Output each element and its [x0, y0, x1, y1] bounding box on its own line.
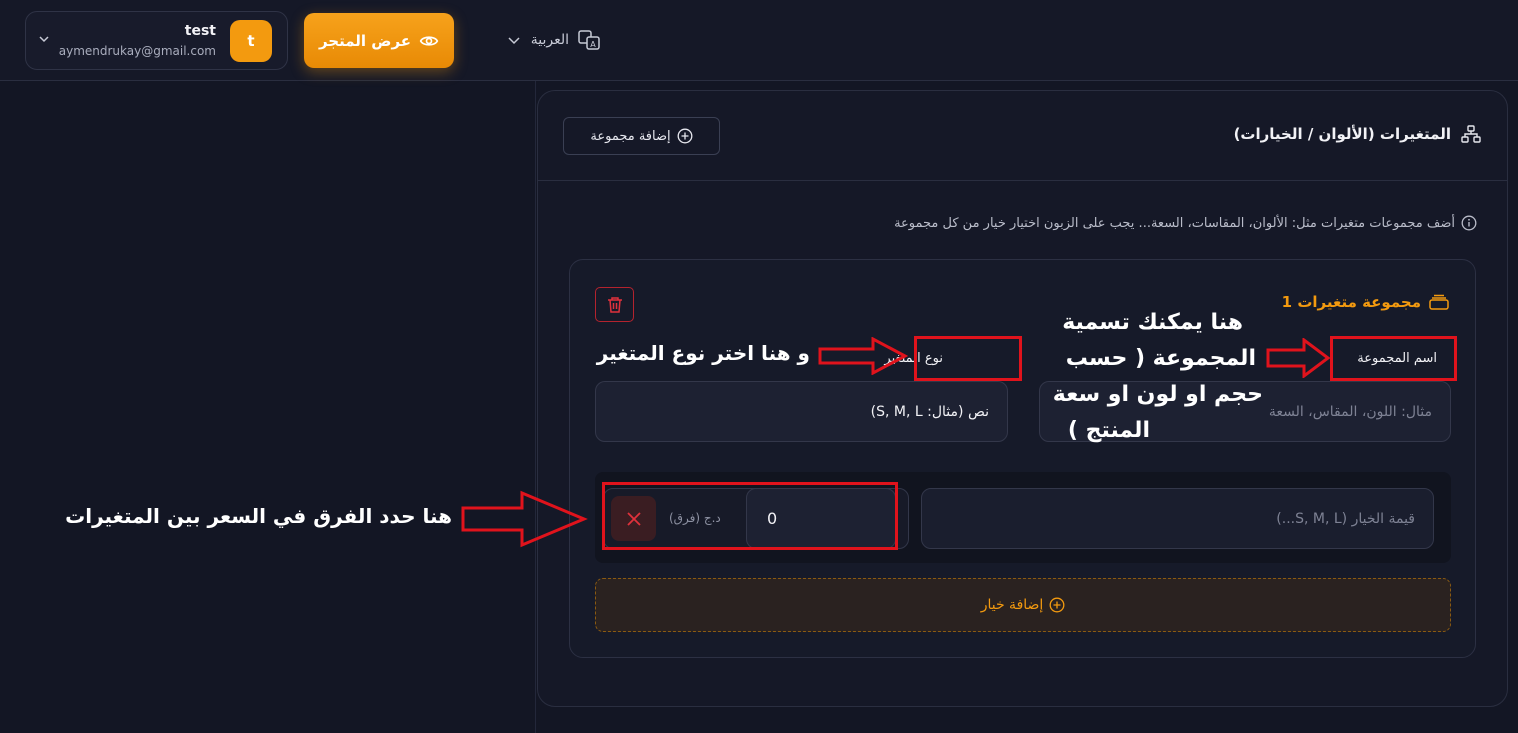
user-email: aymendrukay@gmail.com [58, 44, 216, 58]
info-icon [1461, 215, 1477, 231]
annotation-name-line3: حجم او لون او سعة [1052, 382, 1263, 407]
group-title-text: مجموعة متغيرات 1 [1281, 293, 1421, 311]
variant-type-select[interactable]: نص (مثال: S, M, L) [595, 381, 1008, 442]
top-bar: test aymendrukay@gmail.com t عرض المتجر … [0, 0, 1518, 81]
panel-title-text: المتغيرات (الألوان / الخيارات) [1233, 125, 1451, 143]
language-selector[interactable]: A العربية [490, 28, 600, 52]
user-menu[interactable]: test aymendrukay@gmail.com t [25, 11, 288, 70]
view-store-label: عرض المتجر [318, 31, 412, 50]
annotation-name-line1: هنا يمكنك تسمية [1062, 310, 1243, 335]
arrow-variant-type [818, 337, 908, 375]
panel-header: المتغيرات (الألوان / الخيارات) إضافة مجم… [538, 91, 1507, 181]
plus-circle-icon [1049, 597, 1065, 613]
add-option-button[interactable]: إضافة خيار [595, 578, 1451, 632]
user-name: test [184, 23, 216, 39]
add-group-button[interactable]: إضافة مجموعة [563, 117, 720, 155]
hint-text: أضف مجموعات متغيرات مثل: الألوان، المقاس… [894, 215, 1455, 231]
panel-title: المتغيرات (الألوان / الخيارات) [1234, 125, 1481, 143]
variants-hint: أضف مجموعات متغيرات مثل: الألوان، المقاس… [894, 215, 1477, 231]
hierarchy-icon [1461, 125, 1481, 143]
option-value-input[interactable]: قيمة الخيار (S, M, L...) [921, 488, 1434, 549]
chevron-down-icon [508, 37, 520, 45]
svg-text:A: A [590, 40, 596, 49]
layers-icon [1429, 294, 1449, 310]
eye-icon [419, 35, 439, 46]
language-label: العربية [530, 32, 569, 48]
add-option-label: إضافة خيار [980, 597, 1044, 613]
view-store-button[interactable]: عرض المتجر [304, 13, 454, 68]
arrow-group-name [1266, 338, 1330, 378]
highlight-price-diff [602, 482, 898, 550]
annotation-name-line4: المنتج ) [1067, 418, 1150, 443]
variants-panel: المتغيرات (الألوان / الخيارات) إضافة مجم… [537, 90, 1508, 707]
highlight-variant-type [914, 336, 1022, 381]
arrow-price-diff [461, 490, 588, 548]
avatar: t [230, 20, 272, 62]
annotation-price-diff: هنا حدد الفرق في السعر بين المتغيرات [65, 504, 452, 528]
group-title: مجموعة متغيرات 1 [1282, 293, 1449, 311]
delete-group-button[interactable] [595, 287, 634, 322]
content-divider [535, 81, 536, 733]
add-group-label: إضافة مجموعة [590, 128, 671, 144]
annotation-variant-type: و هنا اختر نوع المتغير [596, 341, 810, 365]
highlight-group-name [1330, 336, 1457, 381]
annotation-name-line2: المجموعة ( حسب [1065, 346, 1256, 371]
variant-group-card: مجموعة متغيرات 1 اسم المجموعة مثال: اللو… [569, 259, 1476, 658]
translate-icon: A [578, 30, 600, 50]
chevron-down-icon [39, 36, 49, 43]
trash-icon [607, 296, 622, 313]
plus-circle-icon [677, 128, 693, 144]
